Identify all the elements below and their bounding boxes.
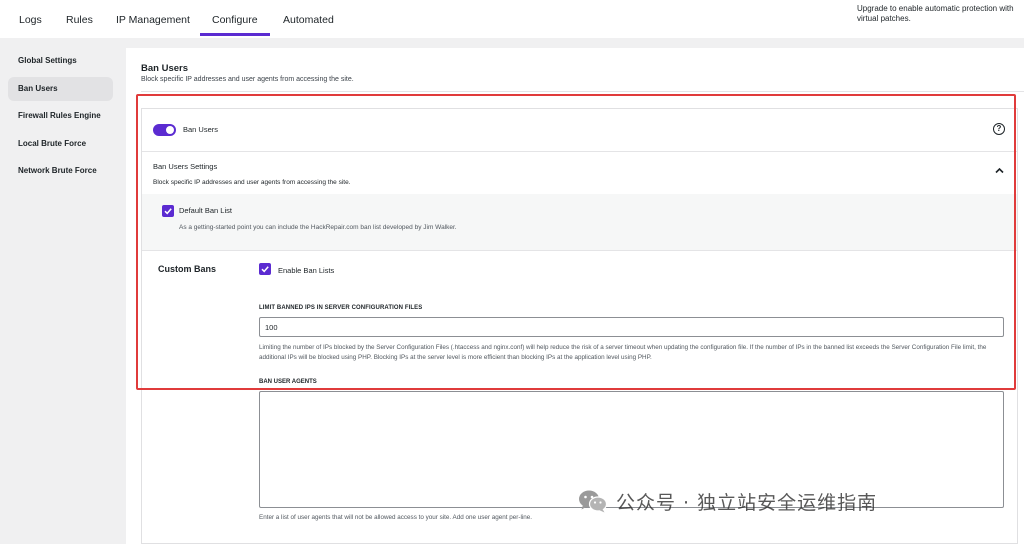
upgrade-notice-line1: Upgrade to enable automatic protection w… — [857, 4, 1014, 13]
page-title: Ban Users — [141, 63, 188, 74]
default-ban-list-description: As a getting-started point you can inclu… — [179, 224, 457, 231]
limit-banned-ips-input[interactable] — [259, 317, 1004, 337]
sidebar-item-ban-users[interactable]: Ban Users — [8, 77, 113, 101]
main-panel: Ban Users Block specific IP addresses an… — [126, 48, 1024, 544]
settings-section-header[interactable]: Ban Users Settings Block specific IP add… — [142, 152, 1017, 194]
sidebar-item-local-brute-force[interactable]: Local Brute Force — [8, 132, 113, 156]
check-icon — [261, 266, 269, 273]
page-description: Block specific IP addresses and user age… — [141, 76, 354, 83]
enable-ban-lists-checkbox[interactable] — [259, 263, 271, 275]
upgrade-notice[interactable]: Upgrade to enable automatic protection w… — [857, 4, 1024, 24]
check-icon — [164, 208, 172, 215]
divider — [141, 91, 1024, 92]
sidebar-item-global-settings[interactable]: Global Settings — [8, 49, 113, 73]
active-tab-indicator — [200, 33, 270, 36]
limit-banned-ips-label: LIMIT BANNED IPS IN SERVER CONFIGURATION… — [259, 305, 423, 311]
default-ban-list-section: Default Ban List As a getting-started po… — [142, 194, 1017, 251]
upgrade-notice-line2: virtual patches. — [857, 14, 911, 23]
ban-users-toggle-label: Ban Users — [183, 125, 219, 134]
wechat-icon — [578, 489, 608, 513]
tab-ip-management[interactable]: IP Management — [116, 14, 190, 26]
ban-users-toggle[interactable] — [153, 124, 176, 136]
chevron-up-icon[interactable] — [995, 166, 1004, 176]
tab-automated[interactable]: Automated — [283, 14, 334, 26]
tab-logs[interactable]: Logs — [19, 14, 42, 26]
sidebar-item-network-brute-force[interactable]: Network Brute Force — [8, 159, 113, 183]
limit-banned-ips-help: Limiting the number of IPs blocked by th… — [259, 344, 987, 361]
top-nav: Logs Rules IP Management Configure Autom… — [0, 0, 1024, 38]
ban-user-agents-label: BAN USER AGENTS — [259, 379, 317, 385]
watermark-text: 公众号 · 独立站安全运维指南 — [616, 491, 878, 514]
ban-users-card: Ban Users ? Ban Users Settings Block spe… — [141, 108, 1018, 544]
sidebar-item-firewall-rules-engine[interactable]: Firewall Rules Engine — [8, 104, 113, 128]
tab-configure[interactable]: Configure — [212, 14, 258, 26]
sidebar: Global Settings Ban Users Firewall Rules… — [0, 38, 126, 544]
question-circle-icon[interactable]: ? — [993, 123, 1005, 135]
default-ban-list-checkbox[interactable] — [162, 205, 174, 217]
settings-description: Block specific IP addresses and user age… — [153, 179, 351, 186]
enable-ban-lists-label: Enable Ban Lists — [278, 266, 335, 275]
ban-users-row: Ban Users ? — [142, 109, 1017, 152]
tab-rules[interactable]: Rules — [66, 14, 93, 26]
custom-bans-title: Custom Bans — [158, 264, 217, 274]
settings-title: Ban Users Settings — [153, 162, 218, 171]
default-ban-list-label: Default Ban List — [179, 206, 232, 215]
watermark: 公众号 · 独立站安全运维指南 — [578, 486, 877, 516]
ban-user-agents-help: Enter a list of user agents that will no… — [259, 514, 533, 521]
